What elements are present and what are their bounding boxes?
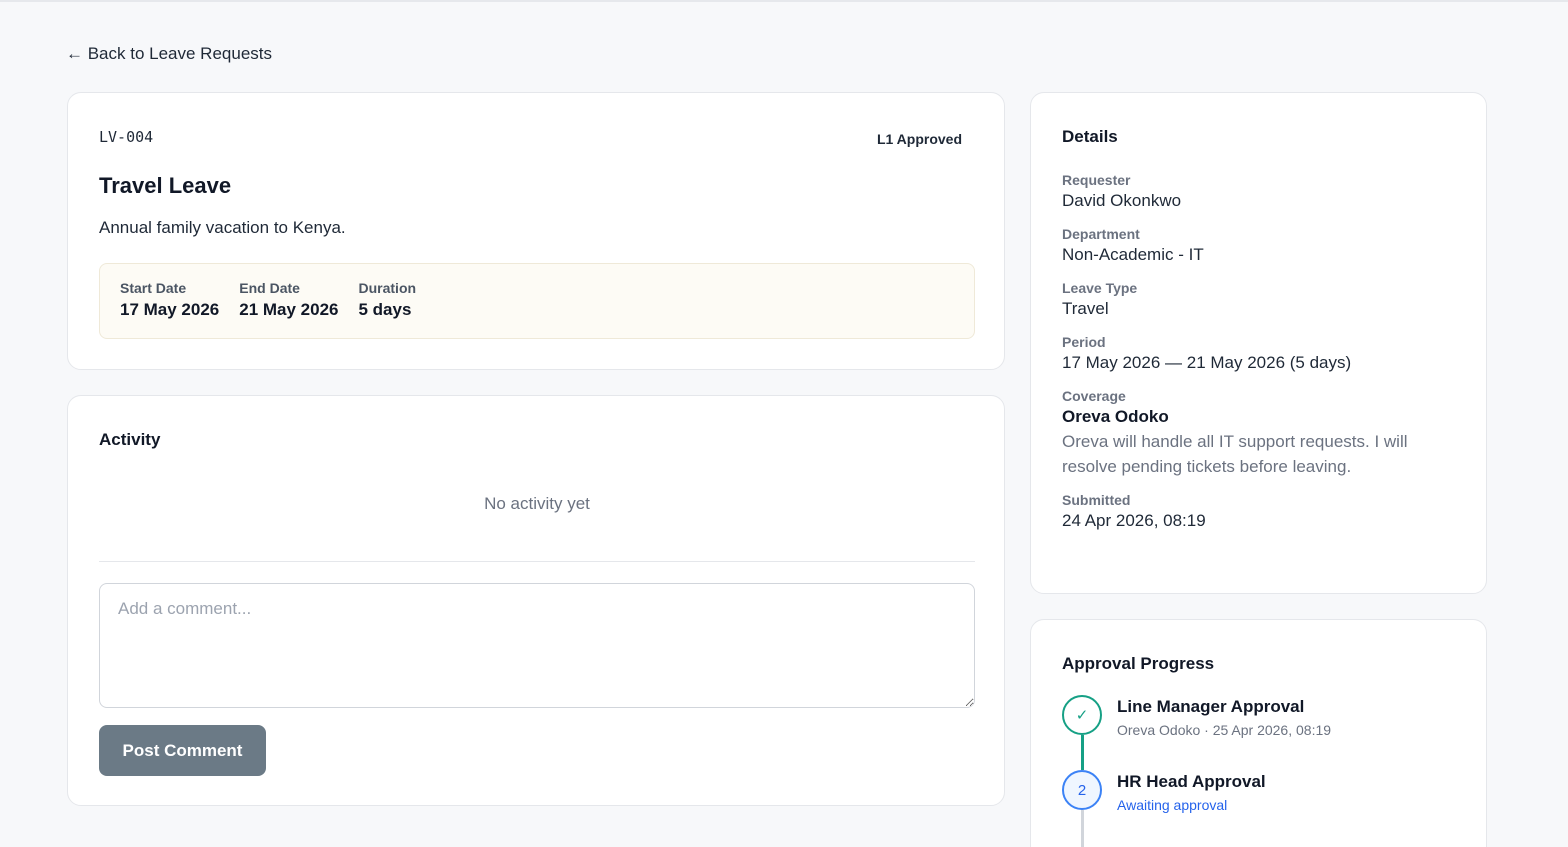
divider — [99, 561, 975, 562]
status-badge: L1 Approved — [876, 131, 962, 147]
end-date: End Date 21 May 2026 — [239, 280, 338, 322]
step-subtitle: Oreva Odoko · 25 Apr 2026, 08:19 — [1117, 722, 1332, 738]
comment-input[interactable] — [99, 583, 975, 708]
leave-reference-id: LV-004 — [99, 128, 154, 146]
step-connector-done — [1081, 735, 1084, 770]
detail-coverage: Coverage Oreva Odoko Oreva will handle a… — [1062, 387, 1462, 479]
requester-label: Requester — [1062, 172, 1131, 188]
details-card: Details Requester David Okonkwo Departme… — [1030, 92, 1487, 594]
duration-label: Duration — [358, 280, 417, 296]
activity-card: Activity No activity yet Post Comment — [67, 395, 1005, 806]
department-value: Non-Academic - IT — [1062, 245, 1204, 264]
leave-type-label: Leave Type — [1062, 280, 1138, 296]
period-value: 17 May 2026 — 21 May 2026 (5 days) — [1062, 353, 1352, 372]
activity-empty-state: No activity yet — [484, 494, 590, 513]
detail-submitted: Submitted 24 Apr 2026, 08:19 — [1062, 491, 1462, 533]
step-subtitle: Awaiting approval — [1117, 797, 1228, 813]
leave-title: Travel Leave — [99, 173, 232, 198]
back-to-leave-requests-link[interactable]: ← Back to Leave Requests — [66, 44, 272, 64]
details-list: Requester David Okonkwo Department Non-A… — [1062, 171, 1462, 545]
post-comment-button[interactable]: Post Comment — [99, 725, 266, 776]
leave-summary-card: LV-004 L1 Approved Travel Leave Annual f… — [67, 92, 1005, 370]
coverage-label: Coverage — [1062, 388, 1126, 404]
step-title: HR Head Approval — [1117, 772, 1266, 791]
step-connector-pending — [1081, 810, 1084, 847]
approval-progress-card: Approval Progress ✓ Line Manager Approva… — [1030, 619, 1487, 847]
leave-description: Annual family vacation to Kenya. — [99, 218, 346, 237]
duration: Duration 5 days — [359, 280, 417, 322]
approval-title: Approval Progress — [1062, 654, 1215, 673]
coverage-note: Oreva will handle all IT support request… — [1062, 432, 1408, 476]
start-date-value: 17 May 2026 — [120, 300, 220, 319]
start-date: Start Date 17 May 2026 — [120, 280, 219, 322]
check-icon: ✓ — [1062, 695, 1102, 735]
start-date-label: Start Date — [120, 280, 187, 296]
details-title: Details — [1062, 127, 1118, 146]
end-date-label: End Date — [239, 280, 300, 296]
top-bar-edge — [0, 0, 1568, 2]
department-label: Department — [1062, 226, 1140, 242]
detail-department: Department Non-Academic - IT — [1062, 225, 1462, 267]
detail-period: Period 17 May 2026 — 21 May 2026 (5 days… — [1062, 333, 1462, 375]
submitted-label: Submitted — [1062, 492, 1131, 508]
step-number-badge: 2 — [1062, 770, 1102, 810]
leave-type-value: Travel — [1062, 299, 1109, 318]
requester-value: David Okonkwo — [1062, 191, 1182, 210]
step-title: Line Manager Approval — [1117, 697, 1305, 716]
coverage-name: Oreva Odoko — [1062, 407, 1169, 426]
date-summary-box: Start Date 17 May 2026 End Date 21 May 2… — [99, 263, 975, 339]
duration-value: 5 days — [358, 300, 412, 319]
activity-title: Activity — [99, 430, 161, 449]
detail-leave-type: Leave Type Travel — [1062, 279, 1462, 321]
submitted-value: 24 Apr 2026, 08:19 — [1062, 511, 1206, 530]
detail-requester: Requester David Okonkwo — [1062, 171, 1462, 213]
period-label: Period — [1062, 334, 1106, 350]
end-date-value: 21 May 2026 — [239, 300, 339, 319]
